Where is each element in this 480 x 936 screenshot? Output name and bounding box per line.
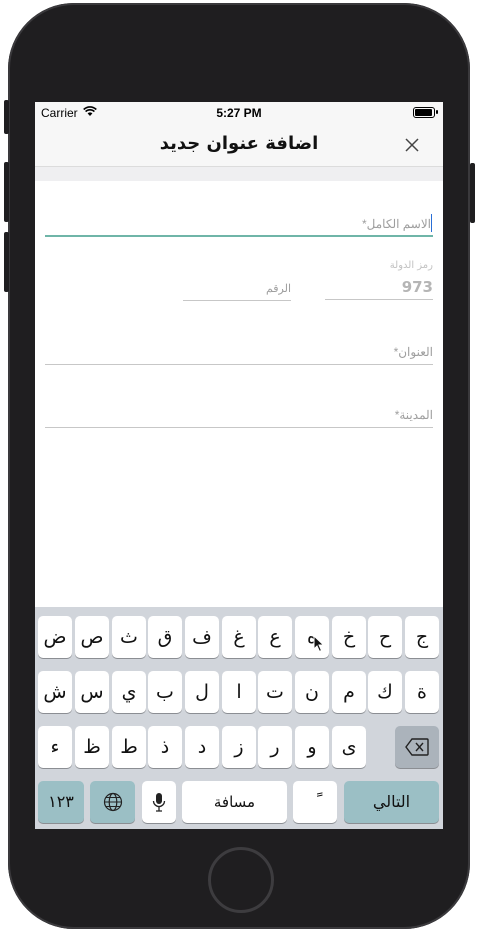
key-feh[interactable]: ف (185, 616, 219, 658)
key-sheen[interactable]: ش (38, 671, 72, 713)
key-khah[interactable]: خ (332, 616, 366, 658)
microphone-key[interactable] (142, 781, 176, 823)
key-alef-maksura[interactable]: ى (332, 726, 366, 768)
full-name-underline (45, 235, 433, 237)
key-qaf[interactable]: ق (148, 616, 182, 658)
key-kaf[interactable]: ك (368, 671, 402, 713)
key-noon[interactable]: ن (295, 671, 329, 713)
globe-key[interactable] (90, 781, 135, 823)
key-zah[interactable]: ظ (75, 726, 109, 768)
key-beh[interactable]: ب (148, 671, 182, 713)
key-alef[interactable]: ا (222, 671, 256, 713)
key-thal[interactable]: ذ (148, 726, 182, 768)
key-teh-marbuta[interactable]: ة (405, 671, 439, 713)
key-waw[interactable]: و (295, 726, 329, 768)
status-time: 5:27 PM (216, 106, 262, 120)
full-name-placeholder: الاسم الكامل* (361, 217, 431, 231)
power-button (470, 163, 475, 223)
key-zain[interactable]: ز (222, 726, 256, 768)
key-sad[interactable]: ص (75, 616, 109, 658)
key-jeem[interactable]: ج (405, 616, 439, 658)
key-ghain[interactable]: غ (222, 616, 256, 658)
address-placeholder: العنوان* (393, 345, 433, 359)
header-separator (35, 167, 443, 181)
navigation-bar: اضافة عنوان جديد (35, 124, 443, 167)
key-tah[interactable]: ط (112, 726, 146, 768)
city-underline (45, 427, 433, 428)
battery-icon (413, 107, 435, 118)
key-theh[interactable]: ث (112, 616, 146, 658)
backspace-icon (405, 738, 429, 756)
key-reh[interactable]: ر (258, 726, 292, 768)
volume-down-button (4, 232, 9, 292)
backspace-key[interactable] (395, 726, 439, 768)
address-field[interactable]: العنوان* (45, 345, 433, 359)
city-field[interactable]: المدينة* (45, 408, 433, 422)
next-key[interactable]: التالي (344, 781, 439, 823)
key-ain[interactable]: ع (258, 616, 292, 658)
city-placeholder: المدينة* (394, 408, 433, 422)
page-title: اضافة عنوان جديد (159, 133, 319, 154)
country-code-field[interactable]: 973 (325, 278, 433, 296)
key-teh[interactable]: ت (258, 671, 292, 713)
battery-tip (436, 110, 438, 114)
key-hamza[interactable]: ء (38, 726, 72, 768)
status-bar: Carrier 5:27 PM (35, 102, 443, 124)
globe-icon (103, 792, 122, 812)
phone-number-field[interactable]: الرقم (183, 282, 291, 295)
pointer-icon (313, 634, 325, 657)
key-lam[interactable]: ل (185, 671, 219, 713)
screen: Carrier 5:27 PM اضافة عنوان جديد الاسم ا… (35, 102, 443, 829)
silent-switch (4, 100, 9, 134)
key-dal[interactable]: د (185, 726, 219, 768)
space-key[interactable]: مسافة (182, 781, 287, 823)
text-cursor (431, 214, 432, 232)
phone-number-placeholder: الرقم (265, 283, 291, 295)
diacritic-key[interactable]: ً (293, 781, 337, 823)
close-icon[interactable] (399, 132, 425, 158)
country-code-label: رمز الدولة (389, 260, 433, 271)
country-code-value: 973 (401, 278, 433, 296)
numbers-key[interactable]: ١٢٣ (38, 781, 84, 823)
home-button[interactable] (208, 847, 274, 913)
volume-up-button (4, 162, 9, 222)
address-underline (45, 364, 433, 365)
key-meem[interactable]: م (332, 671, 366, 713)
arabic-keyboard: ج ح خ ه ع غ ف ق ث ص ض ة ك م ن ت ا ل ب ي … (35, 607, 443, 829)
key-dad[interactable]: ض (38, 616, 72, 658)
key-seen[interactable]: س (75, 671, 109, 713)
key-yeh[interactable]: ي (112, 671, 146, 713)
microphone-icon (152, 793, 166, 812)
full-name-field[interactable]: الاسم الكامل* (45, 217, 431, 231)
country-code-underline (325, 299, 433, 300)
key-hah[interactable]: ح (368, 616, 402, 658)
phone-number-underline (183, 300, 291, 301)
